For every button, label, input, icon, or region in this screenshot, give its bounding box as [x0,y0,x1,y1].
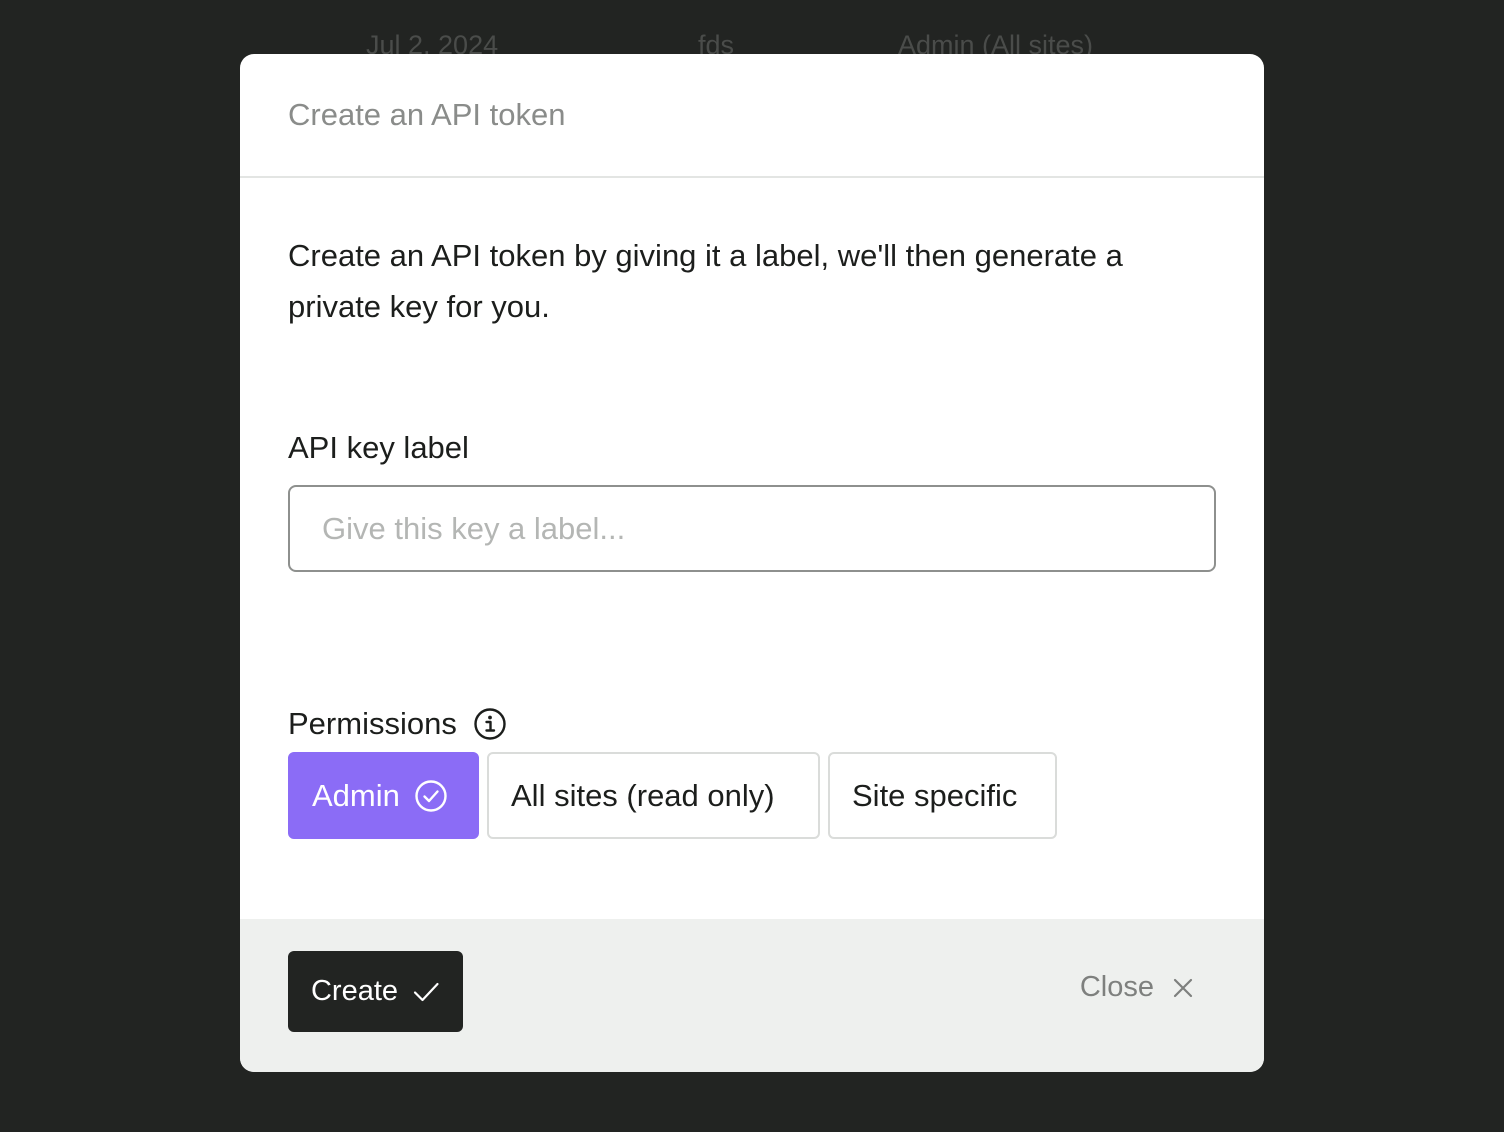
permissions-label: Permissions [288,706,457,741]
permission-option-all-sites-label: All sites (read only) [511,777,775,813]
modal-title: Create an API token [288,97,566,132]
create-api-token-dialog: Create an API token Create an API token … [240,54,1264,1072]
modal-header: Create an API token [240,54,1264,178]
permission-option-admin[interactable]: Admin [288,752,479,839]
close-icon [1172,977,1194,999]
create-button-label: Create [310,975,399,1007]
permission-option-site-specific[interactable]: Site specific [828,752,1057,839]
close-button-label: Close [1079,971,1154,1003]
api-key-label-input[interactable] [288,485,1216,572]
modal-footer: Create Close [240,919,1264,1072]
info-icon[interactable] [473,707,507,741]
close-button[interactable]: Close [1080,971,1194,1004]
checkmark-icon [412,978,440,1006]
permission-options: Admin All sites (read only) Site specifi… [288,752,1057,839]
create-button[interactable]: Create [288,951,463,1032]
permissions-heading: Permissions [288,706,507,742]
modal-description: Create an API token by giving it a label… [288,238,1123,324]
permission-option-site-specific-label: Site specific [852,777,1018,813]
api-key-label: API key label [288,430,469,465]
permission-option-admin-label: Admin [312,777,400,813]
check-circle-icon [414,779,448,813]
permission-option-all-sites[interactable]: All sites (read only) [487,752,820,839]
